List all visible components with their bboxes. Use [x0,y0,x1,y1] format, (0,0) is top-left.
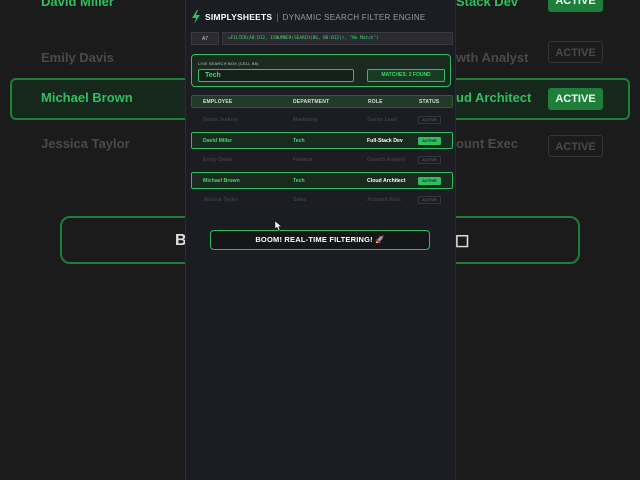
search-input[interactable]: Tech [198,69,354,82]
bg-row-role: ud Architect [456,90,532,105]
cell-department: Tech [293,178,305,184]
table-header: EMPLOYEE DEPARTMENT ROLE STATUS [191,95,453,108]
sheet-panel: SIMPLYSHEETS | DYNAMIC SEARCH FILTER ENG… [185,0,456,480]
bg-row-status: ACTIVE [548,0,603,12]
table-row[interactable]: Jessica Taylor Sales Account Exec ACTIVE [191,192,453,209]
bg-row-name: David Miller [41,0,114,9]
cell-department: Sales [293,197,307,203]
table-row-match[interactable]: David Miller Tech Full-Stack Dev ACTIVE [191,132,453,149]
cell-reference-box[interactable]: A7 [191,32,219,45]
app-subtitle: DYNAMIC SEARCH FILTER ENGINE [282,12,426,22]
bg-row-name: Michael Brown [41,90,133,105]
status-badge: ACTIVE [418,116,441,124]
bg-row-role: Stack Dev [456,0,519,9]
mouse-pointer-icon [275,221,282,231]
bg-row-name: Jessica Taylor [41,136,130,151]
cell-department: Tech [293,138,305,144]
cell-role: Senior Lead [367,117,397,123]
cell-role: Account Exec [367,197,402,203]
status-badge: ACTIVE [418,156,441,164]
live-search-box: LIVE SEARCH BOX (CELL B6) Tech MATCHES: … [191,54,451,87]
matches-badge: MATCHES: 2 FOUND [367,69,445,82]
bg-row-role: wth Analyst [456,50,529,65]
bg-banner-right: ☐ [455,234,470,251]
header-status[interactable]: STATUS [419,99,439,105]
header-employee[interactable]: EMPLOYEE [203,99,232,105]
cell-employee: Jessica Taylor [203,197,239,203]
header-department[interactable]: DEPARTMENT [293,99,329,105]
bg-row-status: ACTIVE [548,41,603,63]
cell-role: Full-Stack Dev [367,138,403,144]
lightning-bolt-icon [192,10,200,24]
cell-employee: Emily Davis [203,157,233,163]
status-badge: ACTIVE [418,137,441,145]
bg-row-role: ount Exec [456,136,519,151]
cell-employee: Sarah Jenkins [203,117,239,123]
cell-employee: Michael Brown [203,178,240,184]
cell-employee: David Miller [203,138,233,144]
cell-department: Marketing [293,117,318,123]
cell-department: Finance [293,157,313,163]
table-row[interactable]: Sarah Jenkins Marketing Senior Lead ACTI… [191,112,453,129]
cell-role: Cloud Architect [367,178,406,184]
realtime-filter-banner: BOOM! REAL-TIME FILTERING! 🚀 [210,230,430,250]
table-row[interactable]: Emily Davis Finance Growth Analyst ACTIV… [191,152,453,169]
app-header: SIMPLYSHEETS | DYNAMIC SEARCH FILTER ENG… [191,9,453,25]
bg-row-name: Emily Davis [41,50,114,65]
formula-input[interactable]: =FILTER(A8:D12, ISNUMBER(SEARCH(B6, B8:B… [222,32,453,45]
formula-bar: A7 =FILTER(A8:D12, ISNUMBER(SEARCH(B6, B… [191,32,453,45]
header-role[interactable]: ROLE [368,99,383,105]
table-row-match[interactable]: Michael Brown Tech Cloud Architect ACTIV… [191,172,453,189]
status-badge: ACTIVE [418,196,441,204]
bg-row-status: ACTIVE [548,135,603,157]
search-label: LIVE SEARCH BOX (CELL B6) [198,61,259,66]
brand-name: SIMPLYSHEETS [205,12,273,22]
status-badge: ACTIVE [418,177,441,185]
bg-row-status: ACTIVE [548,88,603,110]
cell-role: Growth Analyst [367,157,406,163]
header-separator: | [276,12,279,22]
